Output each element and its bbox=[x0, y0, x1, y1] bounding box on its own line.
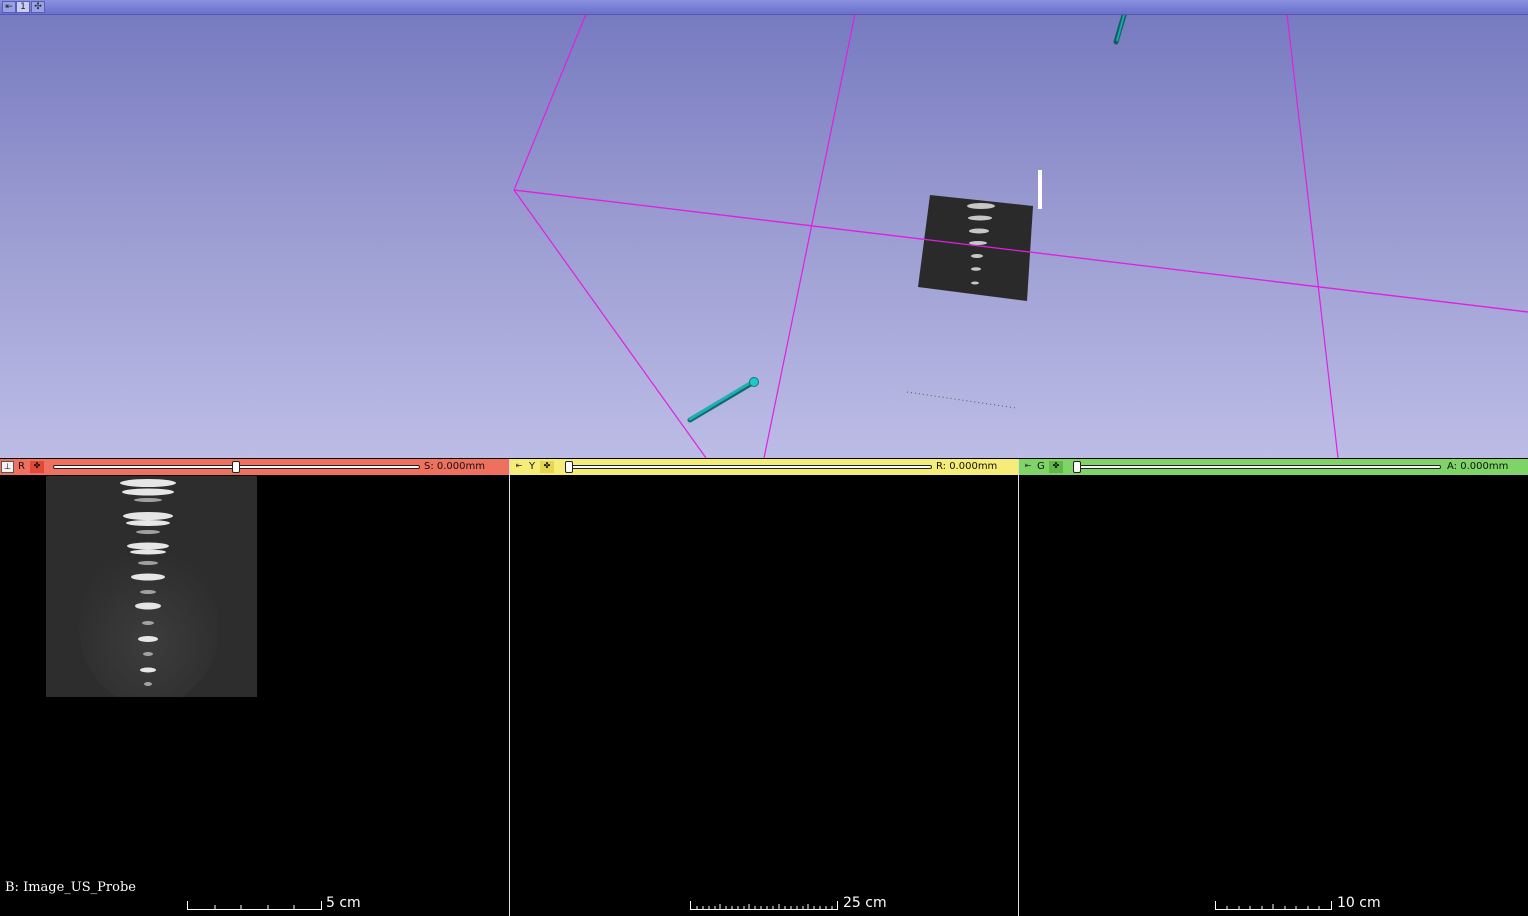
red-slice-controller-bar: ⊥ R ✤ S: 0.000mm bbox=[0, 459, 509, 475]
red-slice-view[interactable]: ⊥ R ✤ S: 0.000mm B: Image_US_Probe 5 cm bbox=[0, 459, 509, 916]
scale-ruler-label: 25 cm bbox=[843, 895, 887, 911]
yellow-slice-label: Y bbox=[529, 461, 536, 472]
scale-ruler bbox=[690, 901, 838, 910]
marker-line bbox=[1038, 170, 1042, 209]
yellow-slice-offset: R: 0.000mm bbox=[936, 461, 998, 472]
dotted-trajectory bbox=[906, 391, 1017, 409]
scale-ruler-label: 10 cm bbox=[1337, 895, 1381, 911]
yellow-slice-controller-bar: ⇤ Y ✤ R: 0.000mm bbox=[510, 459, 1018, 475]
volume-label: B: Image_US_Probe bbox=[5, 880, 136, 895]
green-slice-offset: A: 0.000mm bbox=[1447, 461, 1509, 472]
3d-view[interactable]: ⇤ 1 ✣ bbox=[0, 0, 1528, 458]
stylus-tool[interactable] bbox=[687, 377, 759, 423]
center-view-icon[interactable]: ✣ bbox=[31, 1, 45, 13]
yellow-slice-slider-handle[interactable] bbox=[565, 461, 573, 473]
green-slice-view[interactable]: ⇤ G ✤ A: 0.000mm 10 cm bbox=[1019, 459, 1528, 916]
3d-view-controller-bar: ⇤ 1 ✣ bbox=[0, 0, 1528, 15]
view-number: 1 bbox=[16, 1, 30, 13]
probe-tool-top[interactable] bbox=[1113, 12, 1127, 45]
green-slice-slider[interactable] bbox=[1074, 465, 1441, 469]
green-slice-controller-bar: ⇤ G ✤ A: 0.000mm bbox=[1019, 459, 1528, 475]
red-slice-offset: S: 0.000mm bbox=[424, 461, 486, 472]
yellow-slice-view[interactable]: ⇤ Y ✤ R: 0.000mm 25 cm bbox=[510, 459, 1018, 916]
yellow-slice-slider[interactable] bbox=[566, 465, 932, 469]
3d-scene[interactable] bbox=[0, 0, 1528, 458]
scale-ruler bbox=[1215, 901, 1332, 910]
pin-icon[interactable]: ⊥ bbox=[1, 461, 14, 473]
red-slice-slider-handle[interactable] bbox=[231, 461, 240, 473]
scale-ruler bbox=[187, 901, 322, 910]
pin-icon[interactable]: ⇤ bbox=[2, 1, 16, 13]
pin-icon[interactable]: ⇤ bbox=[513, 461, 525, 473]
link-icon[interactable]: ✤ bbox=[30, 461, 44, 473]
red-slice-label: R bbox=[18, 461, 25, 472]
green-slice-slider-handle[interactable] bbox=[1073, 461, 1081, 473]
green-slice-label: G bbox=[1037, 461, 1045, 472]
link-icon[interactable]: ✤ bbox=[540, 461, 554, 473]
ultrasound-image bbox=[46, 476, 257, 697]
pin-icon[interactable]: ⇤ bbox=[1022, 461, 1034, 473]
us-slice-3d[interactable] bbox=[918, 195, 1033, 301]
scale-ruler-label: 5 cm bbox=[326, 895, 361, 911]
link-icon[interactable]: ✤ bbox=[1049, 461, 1063, 473]
